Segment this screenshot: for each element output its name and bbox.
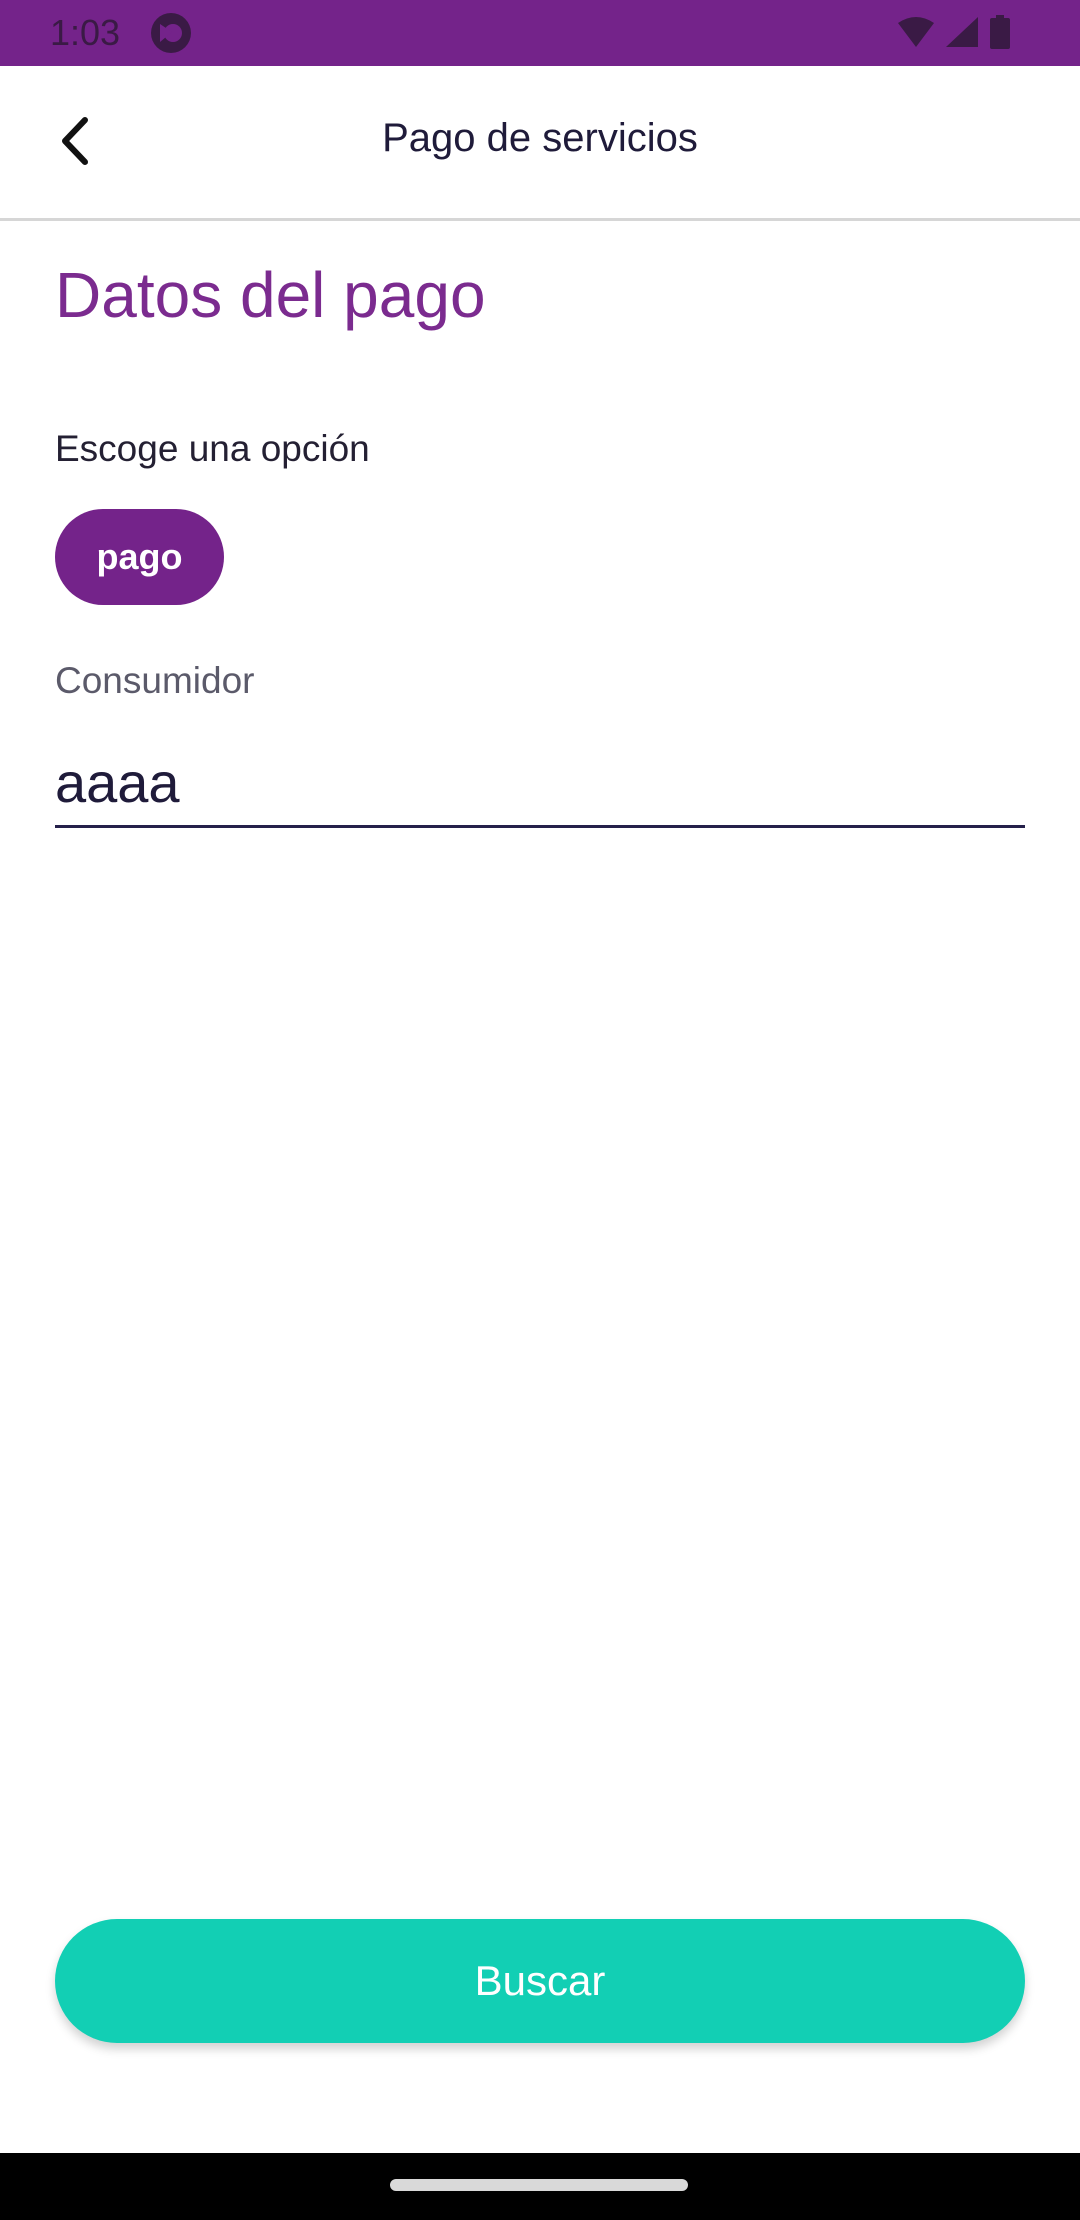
consumer-input[interactable]	[55, 740, 1025, 828]
option-label: Escoge una opción	[55, 428, 370, 469]
consumer-label: Consumidor	[55, 660, 255, 701]
app-bar: Pago de servicios	[0, 66, 1080, 221]
section-title: Datos del pago	[55, 259, 486, 331]
status-bar: 1:03	[0, 0, 1080, 66]
battery-icon	[990, 14, 1010, 54]
status-icons	[898, 14, 1010, 54]
signal-icon	[946, 16, 978, 52]
wifi-icon	[898, 16, 934, 52]
home-handle[interactable]	[390, 2179, 688, 2191]
search-button[interactable]: Buscar	[55, 1919, 1025, 2043]
navigation-bar	[0, 2153, 1080, 2220]
status-time: 1:03	[50, 12, 121, 53]
page-title: Pago de servicios	[382, 116, 698, 160]
app-notification-icon	[150, 12, 192, 54]
option-chip-pago[interactable]: pago	[55, 509, 224, 605]
